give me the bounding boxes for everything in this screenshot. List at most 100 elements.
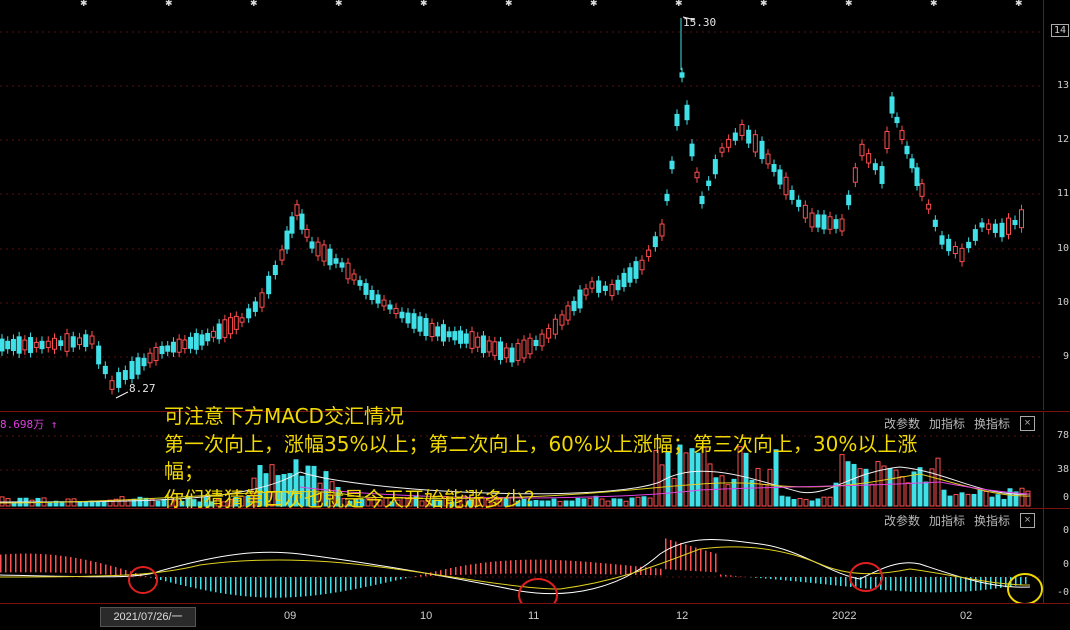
macd-histogram-bar <box>50 555 52 573</box>
macd-histogram-bar <box>355 577 357 589</box>
candlestick-chart[interactable]: ✱✱✱✱✱✱✱✱✱✱✱✱ 15.30 8.27 14 13 12 11 10 1… <box>0 0 1070 410</box>
candle-body <box>23 340 27 350</box>
macd-histogram-bar <box>760 577 762 578</box>
macd-histogram-bar <box>470 564 472 574</box>
candle-body <box>947 239 951 250</box>
macd-histogram-bar <box>910 577 912 592</box>
volume-bar <box>156 501 160 506</box>
close-icon[interactable]: × <box>1020 513 1035 528</box>
macd-histogram-bar <box>685 545 687 571</box>
macd-histogram-bar <box>825 577 827 584</box>
macd-panel[interactable]: 改参数 加指标 换指标 × 0 0 -0 <box>0 508 1070 604</box>
macd-histogram-bar <box>70 557 72 573</box>
candle-body <box>900 131 904 140</box>
macd-histogram-bar <box>375 577 377 585</box>
macd-histogram-bar <box>840 577 842 586</box>
macd-histogram-bar <box>235 577 237 595</box>
candle-body <box>860 144 864 155</box>
candle-body <box>953 246 957 253</box>
macd-histogram-bar <box>320 577 322 595</box>
candle-body <box>915 168 919 186</box>
macd-histogram-bar <box>400 577 402 579</box>
candle-body <box>0 339 4 351</box>
candle-body <box>53 338 57 349</box>
candle-body <box>160 346 164 353</box>
candle-body <box>382 300 386 306</box>
macd-histogram-bar <box>65 556 67 573</box>
candle-body <box>6 341 10 348</box>
candle-body <box>853 168 857 182</box>
candle-body <box>430 324 434 337</box>
macd-histogram-bar <box>600 563 602 574</box>
star-marker: ✱ <box>165 0 173 8</box>
macd-histogram-bar <box>780 577 782 580</box>
macd-histogram-bar <box>315 577 317 595</box>
macd-histogram-bar <box>390 577 392 582</box>
candle-body <box>680 73 684 77</box>
candle-body <box>189 337 193 348</box>
macd-histogram-bar <box>110 566 112 575</box>
candle-body <box>223 320 227 338</box>
price-axis: 14 13 12 11 10 10 9 <box>1043 0 1070 410</box>
macd-histogram-bar <box>405 577 407 578</box>
candle-body <box>873 164 877 170</box>
candle-body <box>803 205 807 218</box>
macd-histogram-bar <box>325 577 327 594</box>
candle-body <box>267 276 271 293</box>
candle-body <box>540 334 544 346</box>
macd-histogram-bar <box>370 577 372 586</box>
macd-histogram-bar <box>45 554 47 572</box>
volume-bar <box>72 499 76 506</box>
volume-value-label: 8.698万 ↑ <box>0 416 57 432</box>
macd-histogram-bar <box>775 577 777 579</box>
price-tick: 12 <box>1057 134 1069 145</box>
macd-histogram-bar <box>925 577 927 592</box>
price-tick: 9 <box>1063 351 1069 362</box>
candle-body <box>310 242 314 248</box>
macd-histogram-bar <box>670 540 672 570</box>
macd-histogram-bar <box>185 577 187 586</box>
candle-body <box>97 346 101 364</box>
macd-histogram-bar <box>365 577 367 587</box>
macd-histogram-bar <box>945 577 947 592</box>
macd-histogram-bar <box>635 566 637 575</box>
macd-histogram-bar <box>465 565 467 574</box>
candle-body <box>634 262 638 279</box>
macd-histogram-bar <box>520 560 522 574</box>
switch-indicator-button[interactable]: 换指标 <box>974 512 1010 529</box>
candle-body <box>29 338 33 353</box>
macd-histogram-bar <box>460 566 462 575</box>
macd-histogram-bar <box>660 569 662 576</box>
macd-histogram-bar <box>380 577 382 584</box>
macd-histogram-bar <box>5 554 7 572</box>
annotation-line: 幅； <box>164 458 1064 486</box>
macd-histogram-bar <box>530 560 532 574</box>
macd-histogram-bar <box>615 564 617 574</box>
macd-histogram-bar <box>240 577 242 596</box>
macd-histogram-bar <box>285 577 287 598</box>
macd-histogram-bar <box>940 577 942 592</box>
candle-body <box>560 315 564 325</box>
macd-histogram-bar <box>885 577 887 590</box>
macd-histogram-bar <box>385 577 387 583</box>
candle-body <box>880 167 884 184</box>
candle-body <box>670 161 674 169</box>
macd-histogram-bar <box>765 577 767 579</box>
macd-histogram-bar <box>810 577 812 583</box>
macd-histogram-bar <box>865 577 867 588</box>
macd-histogram-bar <box>40 554 42 572</box>
candle-body <box>1013 220 1017 224</box>
macd-histogram-bar <box>665 539 667 570</box>
edit-params-button[interactable]: 改参数 <box>884 512 920 529</box>
volume-bar <box>66 499 70 506</box>
star-marker: ✱ <box>335 0 343 8</box>
candle-body <box>370 291 374 300</box>
add-indicator-button[interactable]: 加指标 <box>929 512 965 529</box>
candle-body <box>123 371 127 380</box>
price-tick: 13 <box>1057 80 1069 91</box>
macd-histogram-bar <box>960 577 962 592</box>
candle-body <box>603 286 607 290</box>
star-marker: ✱ <box>590 0 598 8</box>
candle-body <box>885 132 889 149</box>
candle-body <box>90 336 94 344</box>
